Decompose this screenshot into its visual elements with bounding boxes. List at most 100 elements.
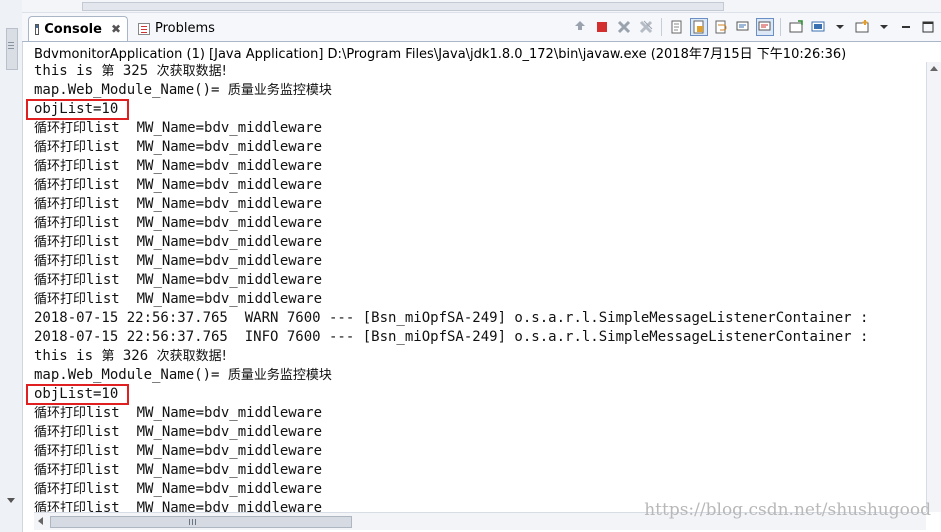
display-console-icon[interactable] — [809, 18, 827, 36]
console-line: 循环打印list MW_Name=bdv_middleware — [34, 480, 924, 499]
console-line: 循环打印list MW_Name=bdv_middleware — [34, 423, 924, 442]
console-line: 循环打印list MW_Name=bdv_middleware — [34, 119, 924, 138]
show-on-stdout-icon[interactable] — [734, 18, 752, 36]
console-line: objList=10 — [34, 100, 924, 119]
console-line-text: 循环打印 — [34, 463, 87, 478]
console-line-text: list MW_Name=bdv_middleware — [86, 500, 323, 512]
console-line-text: map.Web_Module_Name()= — [34, 82, 228, 98]
scroll-down-arrow-icon[interactable] — [7, 498, 15, 503]
console-line: 循环打印list MW_Name=bdv_middleware — [34, 290, 924, 309]
console-line: 循环打印list MW_Name=bdv_middleware — [34, 404, 924, 423]
highlight-box — [26, 384, 129, 405]
console-line-text: 质量业务监控模块 — [227, 368, 332, 383]
console-line-text: list MW_Name=bdv_middleware — [86, 462, 323, 478]
console-toolbar — [571, 16, 941, 38]
console-line-text: list MW_Name=bdv_middleware — [86, 481, 323, 497]
console-vertical-scrollbar[interactable] — [926, 62, 941, 512]
scroll-up-arrow-icon[interactable] — [930, 66, 938, 71]
console-line: 循环打印list MW_Name=bdv_middleware — [34, 176, 924, 195]
console-line-text: 第 — [101, 64, 115, 79]
horizontal-scroll-grip — [189, 519, 190, 525]
minimize-icon[interactable] — [897, 18, 915, 36]
console-line-text: 循环打印 — [34, 121, 87, 136]
console-line: this is 第 326 次获取数据! — [34, 347, 924, 366]
clear-console-icon[interactable] — [668, 18, 686, 36]
console-line-text: list MW_Name=bdv_middleware — [86, 196, 323, 212]
console-line-text: 循环打印 — [34, 292, 87, 307]
console-line: this is 第 325 次获取数据! — [34, 62, 924, 81]
console-line: 循环打印list MW_Name=bdv_middleware — [34, 138, 924, 157]
left-scroll-thumb[interactable] — [6, 28, 18, 70]
console-line-text: list MW_Name=bdv_middleware — [86, 177, 323, 193]
chevron-down-icon[interactable] — [831, 18, 849, 36]
console-line-text: 循环打印 — [34, 140, 87, 155]
highlight-box — [26, 99, 129, 120]
left-vertical-scrollbar[interactable] — [0, 0, 23, 532]
console-line-text: 循环打印 — [34, 197, 87, 212]
new-console-view-icon[interactable] — [853, 18, 871, 36]
pin-icon[interactable] — [571, 18, 589, 36]
console-line-text: 2018-07-15 22:56:37.765 WARN 7600 --- [B… — [34, 310, 869, 326]
toolbar-separator — [780, 18, 781, 36]
console-line-text: 循环打印 — [34, 216, 87, 231]
console-line: 循环打印list MW_Name=bdv_middleware — [34, 195, 924, 214]
maximize-icon[interactable] — [919, 18, 937, 36]
console-output[interactable]: this is 第 325 次获取数据! map.Web_Module_Name(… — [34, 62, 924, 512]
console-line: 循环打印list MW_Name=bdv_middleware — [34, 214, 924, 233]
console-line: 循环打印list MW_Name=bdv_middleware — [34, 157, 924, 176]
top-scroll-thumb[interactable] — [82, 2, 724, 11]
console-line: 循环打印list MW_Name=bdv_middleware — [34, 252, 924, 271]
tab-problems[interactable]: Problems — [132, 16, 232, 41]
console-line-text: 循环打印 — [34, 235, 87, 250]
console-line-text: this is — [34, 348, 102, 364]
scroll-lock-icon[interactable] — [690, 18, 708, 36]
console-line: 循环打印list MW_Name=bdv_middleware — [34, 233, 924, 252]
console-line-text: list MW_Name=bdv_middleware — [86, 120, 323, 136]
console-line-text: this is — [34, 63, 102, 79]
console-line-text: 325 — [114, 63, 157, 79]
console-line-text: 循环打印 — [34, 482, 87, 497]
show-on-stderr-icon[interactable] — [756, 18, 774, 36]
console-line-text: 循环打印 — [34, 425, 87, 440]
console-line-text: 循环打印 — [34, 444, 87, 459]
console-line-text: list MW_Name=bdv_middleware — [86, 215, 323, 231]
console-line: map.Web_Module_Name()= 质量业务监控模块 — [34, 366, 924, 385]
process-title: BdvmonitorApplication (1) [Java Applicat… — [34, 47, 847, 62]
close-icon[interactable]: ✖ — [111, 22, 121, 36]
console-line-text: list MW_Name=bdv_middleware — [86, 291, 323, 307]
left-scroll-grip — [8, 42, 14, 43]
console-line: 循环打印list MW_Name=bdv_middleware — [34, 461, 924, 480]
console-line: 循环打印list MW_Name=bdv_middleware — [34, 442, 924, 461]
tab-problems-label: Problems — [155, 21, 215, 36]
console-line-text: 循环打印 — [34, 501, 87, 512]
console-line-text: 循环打印 — [34, 159, 87, 174]
console-line-text: 326 — [114, 348, 157, 364]
remove-launch-icon[interactable] — [615, 18, 633, 36]
console-line-text: list MW_Name=bdv_middleware — [86, 405, 323, 421]
tab-console-label: Console — [44, 21, 102, 37]
console-line-text: list MW_Name=bdv_middleware — [86, 234, 323, 250]
toolbar-separator — [661, 18, 662, 36]
console-line-text: 次获取数据! — [156, 349, 227, 364]
console-line-text: 第 — [101, 349, 115, 364]
horizontal-scroll-thumb[interactable] — [50, 516, 352, 528]
top-scroll-track — [22, 0, 941, 13]
chevron-down-icon[interactable] — [875, 18, 893, 36]
word-wrap-icon[interactable] — [712, 18, 730, 36]
watermark: https://blog.csdn.net/shushugood — [644, 500, 931, 520]
tab-console[interactable]: Console ✖ — [28, 16, 128, 41]
console-line-text: 2018-07-15 22:56:37.765 INFO 7600 --- [B… — [34, 329, 869, 345]
console-line-text: list MW_Name=bdv_middleware — [86, 158, 323, 174]
console-line: map.Web_Module_Name()= 质量业务监控模块 — [34, 81, 924, 100]
console-line-text: list MW_Name=bdv_middleware — [86, 272, 323, 288]
console-line-text: 循环打印 — [34, 406, 87, 421]
console-line-text: list MW_Name=bdv_middleware — [86, 139, 323, 155]
console-line-text: 循环打印 — [34, 254, 87, 269]
remove-all-icon[interactable] — [637, 18, 655, 36]
terminate-icon[interactable] — [593, 18, 611, 36]
console-icon — [35, 23, 40, 35]
scroll-left-arrow-icon[interactable] — [38, 517, 43, 525]
console-line-text: map.Web_Module_Name()= — [34, 367, 228, 383]
open-console-icon[interactable] — [787, 18, 805, 36]
console-line-text: 循环打印 — [34, 178, 87, 193]
